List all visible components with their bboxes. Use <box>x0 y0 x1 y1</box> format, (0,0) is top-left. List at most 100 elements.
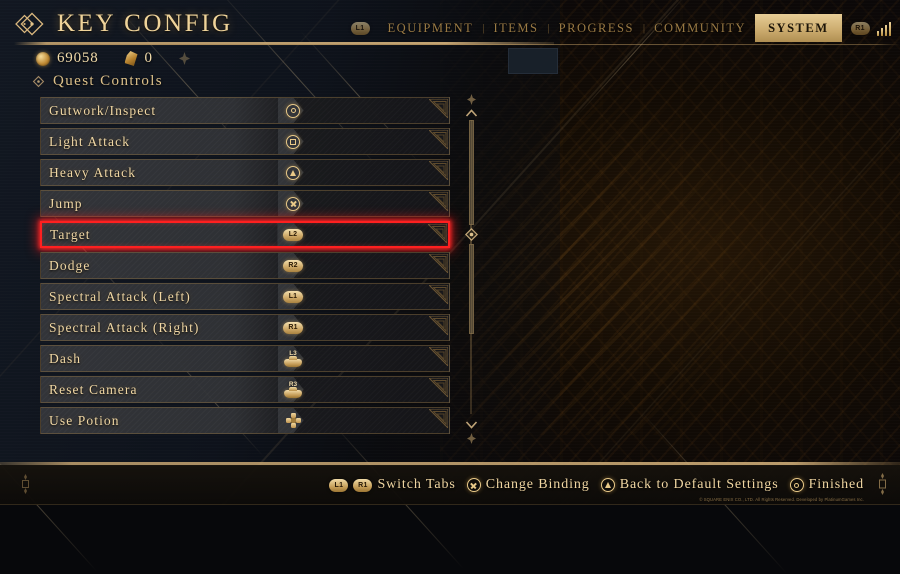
binding-key[interactable] <box>41 129 449 154</box>
footer-ornament-right-icon <box>877 473 888 495</box>
binding-key[interactable]: L2 <box>42 223 448 246</box>
triangle-button-icon <box>600 478 615 492</box>
table-row[interactable]: Spectral Attack (Left) L1 <box>40 283 450 310</box>
chevron-up-icon[interactable] <box>465 106 478 117</box>
footer-ornament-left-icon <box>20 474 31 494</box>
corner-ornament-icon <box>427 346 449 368</box>
left-stick-press-icon: L3 <box>283 350 303 367</box>
cross-button-icon <box>466 478 481 492</box>
header: KEY CONFIG 69058 0 Quest Controls L1 EQU… <box>0 0 900 89</box>
hint-back-to-default[interactable]: Back to Default Settings <box>600 477 779 493</box>
scrollbar-track[interactable] <box>464 120 478 414</box>
tab-community[interactable]: COMMUNITY <box>645 14 755 42</box>
table-row[interactable]: Dodge R2 <box>40 252 450 279</box>
table-row[interactable]: Use Potion <box>40 407 450 434</box>
breadcrumb-text: Quest Controls <box>53 73 164 89</box>
scrollbar-tail <box>470 334 472 414</box>
binding-key[interactable] <box>41 408 449 433</box>
breadcrumb: Quest Controls <box>32 73 163 90</box>
table-row[interactable]: Jump <box>40 190 450 217</box>
binding-key[interactable]: R1 <box>41 315 449 340</box>
table-row-selected[interactable]: Target L2 <box>40 221 450 248</box>
empty-tooltip-panel <box>508 48 558 74</box>
table-row[interactable]: Heavy Attack <box>40 159 450 186</box>
binding-key[interactable]: R2 <box>41 253 449 278</box>
top-tab-bar: L1 EQUIPMENT | ITEMS | PROGRESS | COMMUN… <box>350 14 900 42</box>
hint-finished[interactable]: Finished <box>789 477 864 493</box>
header-divider <box>430 44 900 45</box>
shoulder-button-icon: R2 <box>283 259 303 272</box>
hint-label: Change Binding <box>485 477 590 492</box>
corner-ornament-icon <box>427 129 449 151</box>
r1-button-icon: R1 <box>353 478 373 492</box>
tab-progress[interactable]: PROGRESS <box>550 14 643 42</box>
binding-key[interactable]: L1 <box>41 284 449 309</box>
square-button-icon <box>286 134 300 149</box>
scrollbar-lower-bar <box>468 244 474 334</box>
shoulder-button-icon: L2 <box>283 228 303 241</box>
table-row[interactable]: Spectral Attack (Right) R1 <box>40 314 450 341</box>
binding-key[interactable] <box>41 98 449 123</box>
hint-switch-tabs[interactable]: L1 R1 Switch Tabs <box>329 477 455 493</box>
table-row[interactable]: Reset Camera R3 <box>40 376 450 403</box>
list-scrollbar[interactable] <box>462 92 480 444</box>
diamond-thumb-icon[interactable] <box>464 227 479 242</box>
binding-key[interactable]: R3 <box>41 377 449 402</box>
tab-system[interactable]: SYSTEM <box>755 14 842 42</box>
binding-key[interactable]: L3 <box>41 346 449 371</box>
tab-next-button[interactable]: R1 <box>850 21 870 35</box>
coin-icon <box>36 51 50 66</box>
star-ornament-icon <box>466 92 476 105</box>
corner-ornament-icon <box>426 223 448 245</box>
right-stick-press-icon: R3 <box>283 381 303 398</box>
circle-button-icon <box>789 478 804 492</box>
key-binding-list: Gutwork/Inspect Light Attack Heavy Attac… <box>40 97 450 434</box>
binding-key[interactable] <box>41 191 449 216</box>
corner-ornament-icon <box>427 408 449 430</box>
tab-list: EQUIPMENT | ITEMS | PROGRESS | COMMUNITY… <box>379 14 842 42</box>
corner-ornament-icon <box>427 315 449 337</box>
corner-ornament-icon <box>427 98 449 120</box>
footer: L1 R1 Switch Tabs Change Binding Back to… <box>0 465 900 505</box>
tab-equipment[interactable]: EQUIPMENT <box>379 14 483 42</box>
diamond-icon <box>32 75 45 88</box>
hint-label: Finished <box>808 477 864 492</box>
currency-value: 69058 <box>57 50 99 66</box>
shoulder-button-icon: R1 <box>283 321 303 334</box>
hint-label: Back to Default Settings <box>619 477 779 492</box>
scrollbar-upper-bar <box>468 120 474 225</box>
corner-ornament-icon <box>427 377 449 399</box>
shard-icon <box>124 51 138 66</box>
footer-hints: L1 R1 Switch Tabs Change Binding Back to… <box>329 477 900 493</box>
corner-ornament-icon <box>427 160 449 182</box>
star-ornament-icon <box>466 431 476 444</box>
tab-items[interactable]: ITEMS <box>484 14 547 42</box>
hint-label: Switch Tabs <box>377 477 456 492</box>
chevron-down-icon[interactable] <box>465 417 478 429</box>
circle-button-icon <box>286 103 300 118</box>
stats-bar: 69058 0 <box>36 50 190 67</box>
currency-stat: 69058 <box>36 50 99 67</box>
table-row[interactable]: Dash L3 <box>40 345 450 372</box>
small-mark-icon <box>178 52 190 65</box>
table-row[interactable]: Gutwork/Inspect <box>40 97 450 124</box>
page-title: KEY CONFIG <box>57 10 233 37</box>
binding-key[interactable] <box>41 160 449 185</box>
table-row[interactable]: Light Attack <box>40 128 450 155</box>
shoulder-button-icon: L1 <box>283 290 303 303</box>
triangle-button-icon <box>286 165 300 180</box>
shard-value: 0 <box>144 50 153 66</box>
copyright-text: © SQUARE ENIX CO., LTD. All Rights Reser… <box>699 497 864 502</box>
l1-button-icon: L1 <box>329 478 349 492</box>
corner-ornament-icon <box>427 284 449 306</box>
title-row: KEY CONFIG <box>14 9 233 39</box>
signal-bars-icon <box>876 21 891 36</box>
hint-change-binding[interactable]: Change Binding <box>466 477 590 493</box>
corner-ornament-icon <box>427 191 449 213</box>
dpad-icon <box>285 413 301 428</box>
shard-stat: 0 <box>124 50 153 67</box>
cross-button-icon <box>286 196 300 211</box>
corner-ornament-icon <box>427 253 449 275</box>
tab-prev-button[interactable]: L1 <box>350 21 370 35</box>
double-diamond-ornament-icon <box>14 9 48 39</box>
